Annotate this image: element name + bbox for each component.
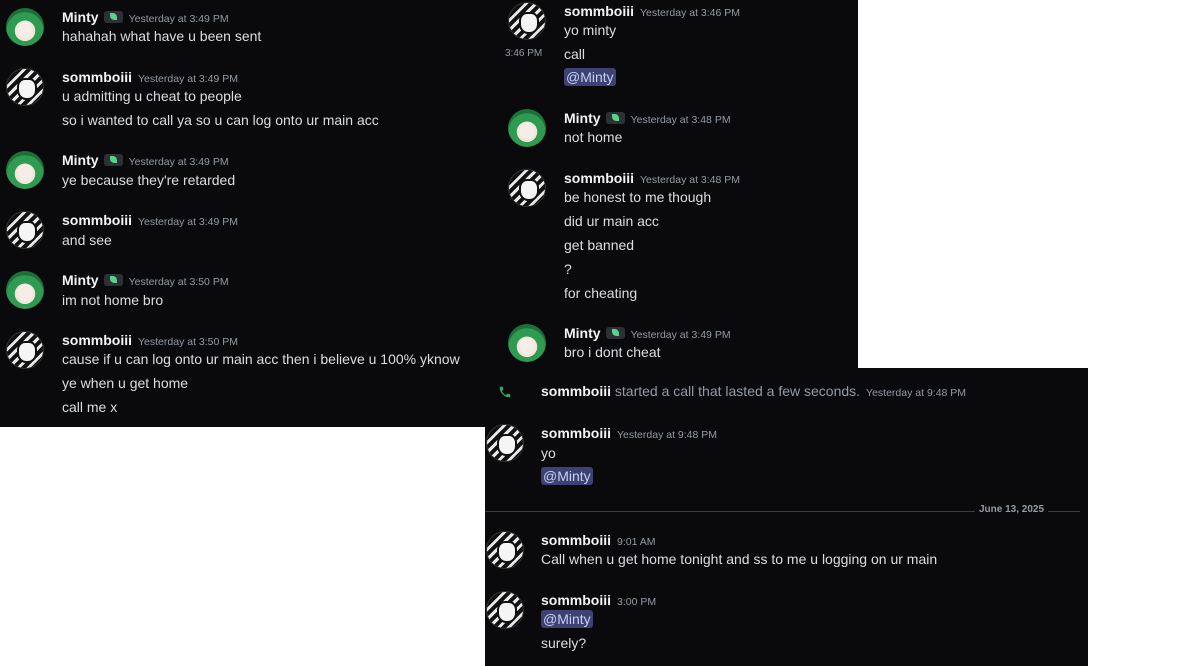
- username[interactable]: Minty: [564, 110, 601, 126]
- message-text: get banned: [564, 237, 635, 253]
- message-text: call: [564, 46, 586, 62]
- message-text: hahahah what have u been sent: [62, 28, 262, 44]
- avatar-sommboiii[interactable]: [6, 211, 44, 249]
- username[interactable]: sommboiii: [541, 592, 611, 608]
- chat-panel-right-top: sommboiii Yesterday at 3:46 PM yo minty 3…: [495, 0, 858, 368]
- timestamp: 9:01 AM: [617, 536, 656, 548]
- username[interactable]: sommboiii: [564, 3, 634, 19]
- chat-panel-bottom: sommboiii started a call that lasted a f…: [485, 368, 1088, 666]
- message-header: sommboiii Yesterday at 3:48 PM: [564, 170, 740, 188]
- timestamp: Yesterday at 3:49 PM: [128, 156, 229, 168]
- message-header: Minty Yesterday at 3:49 PM: [564, 325, 731, 343]
- message-text: call me x: [62, 399, 118, 415]
- message-header: sommboiii 9:01 AM: [541, 532, 656, 550]
- avatar-sommboiii[interactable]: [6, 331, 44, 369]
- username[interactable]: Minty: [62, 9, 99, 25]
- username[interactable]: Minty: [62, 272, 99, 288]
- timestamp: Yesterday at 9:48 PM: [866, 387, 967, 399]
- message-text: yo: [541, 445, 556, 461]
- mention-minty[interactable]: @Minty: [541, 467, 593, 485]
- avatar-sommboiii[interactable]: [486, 531, 524, 569]
- avatar-sommboiii[interactable]: [6, 68, 44, 106]
- message-text: ye when u get home: [62, 375, 189, 391]
- message-text: so i wanted to call ya so u can log onto…: [62, 112, 379, 128]
- message-header: sommboiii Yesterday at 9:48 PM: [541, 425, 717, 443]
- timestamp: Yesterday at 3:49 PM: [138, 73, 239, 85]
- date-divider-label: June 13, 2025: [975, 504, 1049, 515]
- timestamp: Yesterday at 3:48 PM: [630, 114, 731, 126]
- mention-line: @Minty: [541, 467, 593, 485]
- timestamp: Yesterday at 3:49 PM: [128, 13, 229, 25]
- message-text: bro i dont cheat: [564, 344, 661, 360]
- avatar-minty[interactable]: [508, 324, 546, 362]
- message-header: sommboiii Yesterday at 3:46 PM: [564, 3, 740, 21]
- leaf-badge-icon: [103, 274, 123, 286]
- username[interactable]: sommboiii: [62, 332, 132, 348]
- timestamp: 3:00 PM: [617, 596, 657, 608]
- message-text: Call when u get home tonight and ss to m…: [541, 551, 938, 567]
- system-message: sommboiii started a call that lasted a f…: [541, 383, 966, 399]
- phone-icon: [499, 386, 511, 398]
- timestamp: Yesterday at 3:46 PM: [640, 7, 741, 19]
- chat-panel-left: Minty Yesterday at 3:49 PM hahahah what h…: [0, 0, 495, 427]
- message-text: surely?: [541, 635, 587, 651]
- avatar-sommboiii[interactable]: [508, 2, 546, 40]
- mention-line: @Minty: [541, 610, 593, 628]
- message-header: sommboiii Yesterday at 3:49 PM: [62, 212, 238, 230]
- avatar-minty[interactable]: [6, 151, 44, 189]
- timestamp: Yesterday at 3:49 PM: [138, 216, 239, 228]
- message-text: im not home bro: [62, 292, 164, 308]
- username[interactable]: Minty: [564, 325, 601, 341]
- avatar-sommboiii[interactable]: [486, 424, 524, 462]
- message-text: and see: [62, 232, 112, 248]
- message-text: be honest to me though: [564, 189, 712, 205]
- mention-minty[interactable]: @Minty: [541, 610, 593, 628]
- mention-line: @Minty: [564, 68, 616, 86]
- message-header: Minty Yesterday at 3:49 PM: [62, 152, 229, 170]
- message-text: yo minty: [564, 22, 617, 38]
- username[interactable]: sommboiii: [541, 425, 611, 441]
- message-text: not home: [564, 129, 623, 145]
- timestamp: Yesterday at 3:50 PM: [138, 336, 239, 348]
- username[interactable]: sommboiii: [541, 383, 611, 399]
- message-header: Minty Yesterday at 3:49 PM: [62, 9, 229, 27]
- leaf-badge-icon: [103, 11, 123, 23]
- message-header: Minty Yesterday at 3:50 PM: [62, 272, 229, 290]
- message-text: ?: [564, 261, 572, 277]
- username[interactable]: sommboiii: [564, 170, 634, 186]
- message-text: did ur main acc: [564, 213, 659, 229]
- timestamp: Yesterday at 3:50 PM: [128, 276, 229, 288]
- leaf-badge-icon: [605, 327, 625, 339]
- message-text: for cheating: [564, 285, 638, 301]
- avatar-sommboiii[interactable]: [508, 169, 546, 207]
- leaf-badge-icon: [605, 112, 625, 124]
- timestamp: Yesterday at 3:49 PM: [630, 329, 731, 341]
- message-header: sommboiii Yesterday at 3:49 PM: [62, 69, 238, 87]
- avatar-sommboiii[interactable]: [486, 591, 524, 629]
- leaf-badge-icon: [103, 154, 123, 166]
- username[interactable]: sommboiii: [62, 212, 132, 228]
- hover-timestamp: 3:46 PM: [505, 48, 543, 59]
- avatar-minty[interactable]: [508, 109, 546, 147]
- message-text: cause if u can log onto ur main acc then…: [62, 351, 460, 367]
- username[interactable]: sommboiii: [62, 69, 132, 85]
- mention-minty[interactable]: @Minty: [564, 68, 616, 86]
- avatar-minty[interactable]: [6, 271, 44, 309]
- avatar-minty[interactable]: [6, 8, 44, 46]
- call-text: started a call that lasted a few seconds…: [614, 383, 861, 399]
- message-header: sommboiii 3:00 PM: [541, 592, 656, 610]
- message-text: ye because they're retarded: [62, 172, 236, 188]
- timestamp: Yesterday at 3:48 PM: [640, 174, 741, 186]
- timestamp: Yesterday at 9:48 PM: [617, 429, 718, 441]
- username[interactable]: Minty: [62, 152, 99, 168]
- message-header: Minty Yesterday at 3:48 PM: [564, 110, 731, 128]
- message-header: sommboiii Yesterday at 3:50 PM: [62, 332, 238, 350]
- username[interactable]: sommboiii: [541, 532, 611, 548]
- message-text: u admitting u cheat to people: [62, 88, 242, 104]
